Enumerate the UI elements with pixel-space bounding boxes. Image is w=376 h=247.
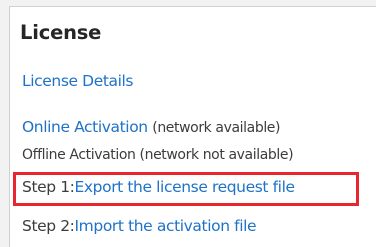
step2-prefix: Step 2: [22, 217, 75, 235]
online-activation-row: Online Activation (network available) [22, 118, 280, 136]
section-title: License [20, 21, 102, 44]
offline-activation-label: Offline Activation (network not availabl… [22, 147, 294, 163]
online-activation-note: (network available) [152, 120, 281, 136]
license-details-link[interactable]: License Details [22, 72, 134, 90]
export-license-request-link[interactable]: Export the license request file [75, 178, 296, 196]
online-activation-link[interactable]: Online Activation [22, 118, 148, 136]
step1-row: Step 1:Export the license request file [22, 178, 295, 196]
step2-row: Step 2:Import the activation file [22, 217, 257, 235]
import-activation-file-link[interactable]: Import the activation file [75, 217, 257, 235]
step1-prefix: Step 1: [22, 178, 75, 196]
